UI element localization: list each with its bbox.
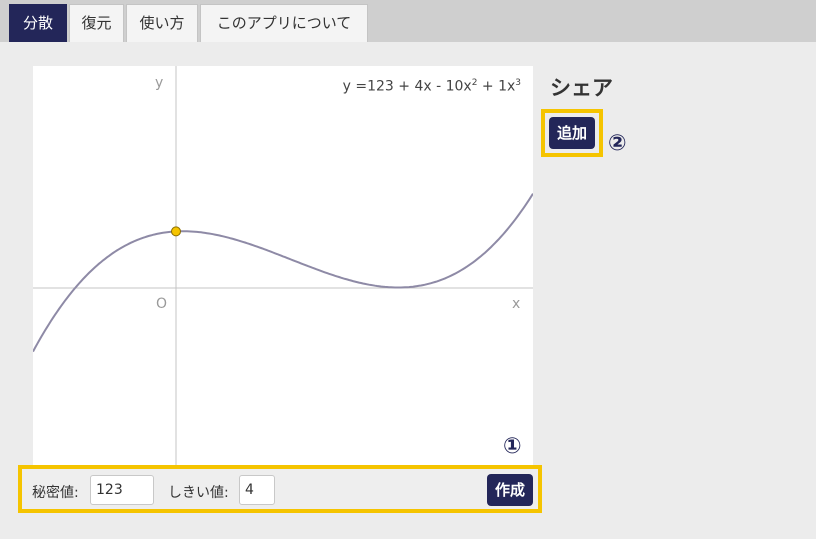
marker-1: ① <box>503 434 522 459</box>
equation-prefix: y =123 + 4x - 10x <box>342 78 472 95</box>
graph-panel: y x O y =123 + 4x - 10x2 + 1x3 <box>33 66 533 466</box>
share-title: シェア <box>550 76 613 100</box>
equation: y =123 + 4x - 10x2 + 1x3 <box>343 78 521 95</box>
y-axis-label: y <box>155 75 163 91</box>
add-button[interactable]: 追加 <box>549 117 595 149</box>
secret-point <box>171 226 181 237</box>
origin-label: O <box>156 296 167 312</box>
secret-label: 秘密値: <box>32 485 79 501</box>
equation-middle: + 1x <box>477 78 516 95</box>
threshold-label: しきい値: <box>168 485 229 501</box>
tab-how-to-use[interactable]: 使い方 <box>126 4 198 42</box>
tab-share[interactable]: 分散 <box>9 4 67 42</box>
threshold-input[interactable]: 4 <box>239 475 275 505</box>
secret-input[interactable]: 123 <box>90 475 154 505</box>
create-form: 秘密値: 123 しきい値: 4 作成 <box>18 465 542 513</box>
x-axis-label: x <box>512 296 520 312</box>
equation-exp-2: 3 <box>515 78 521 88</box>
create-button[interactable]: 作成 <box>487 474 533 506</box>
marker-2: ② <box>608 131 627 156</box>
add-highlight-box: 追加 <box>541 109 603 157</box>
tab-about[interactable]: このアプリについて <box>200 4 368 42</box>
graph-svg: y x O <box>33 66 533 466</box>
tab-bar: 分散 復元 使い方 このアプリについて <box>0 0 816 42</box>
tab-restore[interactable]: 復元 <box>69 4 124 42</box>
polynomial-curve <box>33 193 533 353</box>
